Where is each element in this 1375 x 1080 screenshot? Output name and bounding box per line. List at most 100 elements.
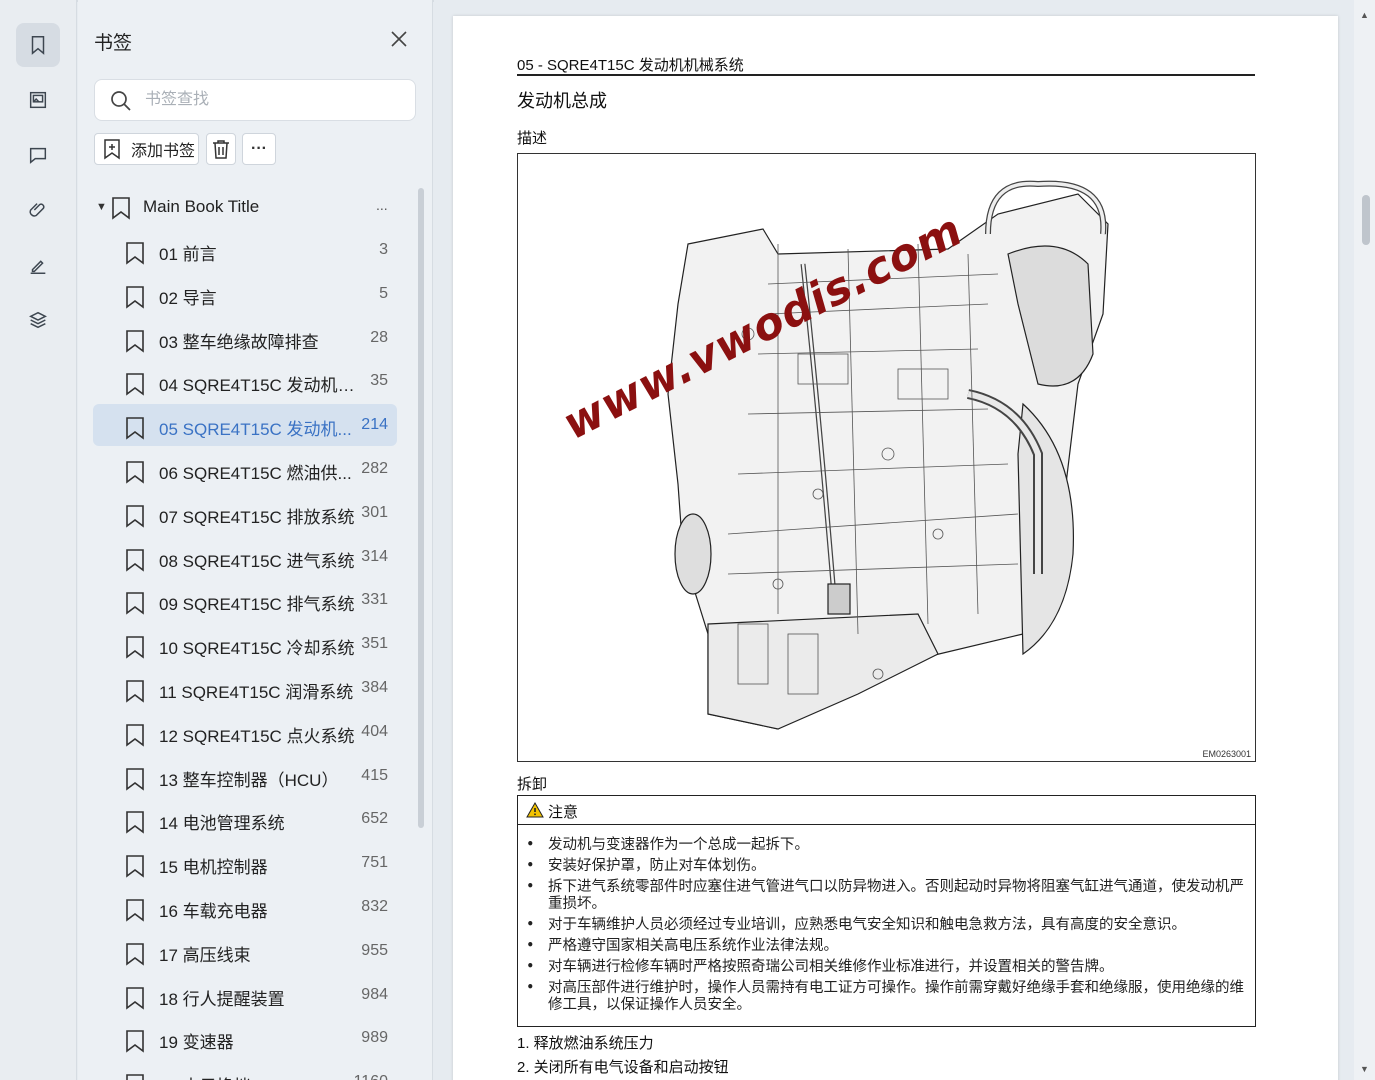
search-icon	[109, 89, 133, 113]
bookmark-label: 11 SQRE4T15C 润滑系统	[159, 683, 354, 702]
bookmark-item[interactable]: 06 SQRE4T15C 燃油供... 282	[93, 448, 397, 490]
left-tool-rail	[0, 0, 77, 1080]
close-icon	[391, 31, 407, 47]
bookmark-icon	[125, 854, 145, 883]
bookmark-label: 06 SQRE4T15C 燃油供...	[159, 464, 352, 483]
bookmark-item[interactable]: 15 电机控制器 751	[93, 842, 397, 884]
pdf-page: 05 - SQRE4T15C 发动机机械系统 发动机总成 描述 www.vwod…	[453, 16, 1338, 1080]
comments-tab[interactable]	[16, 133, 60, 177]
bookmark-item[interactable]: 17 高压线束 955	[93, 930, 397, 972]
bookmark-page-number: 282	[361, 460, 388, 477]
bookmark-label: 19 变速器	[159, 1033, 234, 1053]
bookmarks-tab[interactable]	[16, 23, 60, 67]
bookmark-root-label: Main Book Title	[143, 197, 260, 216]
bookmark-icon	[125, 723, 145, 752]
layers-tab[interactable]	[16, 298, 60, 342]
more-options-button[interactable]: ···	[242, 133, 276, 165]
bookmark-icon	[111, 196, 131, 225]
signature-tab[interactable]	[16, 243, 60, 287]
attachment-icon	[29, 203, 45, 217]
bookmark-item[interactable]: 13 整车控制器（HCU） 415	[93, 755, 397, 797]
bookmark-label: 13 整车控制器（HCU）	[159, 770, 339, 790]
bookmark-page-number: 214	[361, 416, 388, 434]
bookmark-item[interactable]: 18 行人提醒装置 984	[93, 974, 397, 1016]
bookmark-item[interactable]: 20 电子换挡1160	[93, 1061, 397, 1080]
bookmark-icon	[125, 416, 145, 445]
bookmarks-panel: 书签 添加书签 ··· ▼ Main Book Title	[78, 0, 433, 1080]
bookmark-label: 05 SQRE4T15C 发动机...	[159, 420, 352, 440]
scroll-up-icon[interactable]: ▲	[1360, 10, 1369, 20]
add-bookmark-button[interactable]: 添加书签	[94, 133, 199, 165]
document-scrollbar[interactable]: ▲ ▼	[1354, 0, 1375, 1080]
trash-icon	[213, 140, 229, 159]
attachments-tab[interactable]	[16, 188, 60, 232]
bookmark-icon	[125, 504, 145, 533]
bookmark-page-number: 351	[361, 635, 388, 653]
bookmark-label: 02 导言	[159, 288, 217, 308]
bookmark-label: 20 电子换挡	[159, 1072, 355, 1080]
bookmark-page-number: 301	[361, 503, 388, 521]
caution-list: 发动机与变速器作为一个总成一起拆下。安装好保护罩，防止对车体划伤。拆下进气系统零…	[526, 837, 1251, 1018]
bookmark-root[interactable]: ▼ Main Book Title ...	[78, 185, 418, 229]
bookmark-icon	[125, 679, 145, 708]
bookmark-item[interactable]: 10 SQRE4T15C 冷却系统 351	[93, 623, 397, 665]
scrollbar-thumb[interactable]	[1362, 195, 1370, 245]
scroll-down-icon[interactable]: ▼	[1360, 1064, 1369, 1074]
bookmark-search	[94, 79, 416, 121]
bookmark-icon	[125, 591, 145, 620]
page-heading: 发动机总成	[517, 91, 607, 111]
signature-icon	[30, 260, 46, 274]
bookmark-icon	[125, 1073, 145, 1080]
bookmark-label: 15 电机控制器	[159, 858, 268, 878]
warning-icon	[526, 801, 544, 823]
bookmark-item[interactable]: 11 SQRE4T15C 润滑系统 384	[93, 667, 397, 709]
delete-bookmark-button[interactable]	[206, 133, 236, 165]
bookmark-icon	[125, 1029, 145, 1058]
bookmark-icon	[125, 942, 145, 971]
bookmark-icon	[125, 329, 145, 358]
bookmark-label: 10 SQRE4T15C 冷却系统	[159, 639, 355, 659]
bookmark-page-number: 3	[379, 241, 388, 258]
caution-item: 严格遵守国家相关高电压系统作业法律法规。	[526, 938, 1251, 955]
bookmark-item[interactable]: 12 SQRE4T15C 点火系统 404	[93, 711, 397, 753]
bookmark-item[interactable]: 19 变速器 989	[93, 1017, 397, 1059]
bookmark-item[interactable]: 01 前言 3	[93, 229, 397, 271]
bookmark-icon	[125, 767, 145, 796]
bookmark-label: 04 SQRE4T15C 发动机管...	[159, 376, 355, 396]
bookmark-icon	[125, 241, 145, 270]
bookmark-label: 17 高压线束	[159, 945, 251, 965]
bookmark-label: 18 行人提醒装置	[159, 989, 285, 1009]
page-header: 05 - SQRE4T15C 发动机机械系统	[517, 54, 1255, 76]
bookmark-item[interactable]: 16 车载充电器 832	[93, 886, 397, 928]
layers-icon	[29, 311, 47, 329]
caution-item: 对车辆进行检修车辆时严格按照奇瑞公司相关维修作业标准进行，并设置相关的警告牌。	[526, 959, 1251, 976]
caution-box: 注意 发动机与变速器作为一个总成一起拆下。安装好保护罩，防止对车体划伤。拆下进气…	[517, 795, 1256, 1027]
bookmark-page-number: 751	[361, 854, 388, 872]
bookmark-root-more[interactable]: ...	[376, 197, 388, 213]
bookmark-item[interactable]: 02 导言 5	[93, 273, 397, 315]
expand-caret-icon[interactable]: ▼	[96, 201, 107, 213]
bookmark-page-number: 989	[361, 1029, 388, 1047]
bookmark-item[interactable]: 05 SQRE4T15C 发动机... 214	[93, 404, 397, 447]
close-panel-button[interactable]	[388, 28, 410, 50]
bookmark-page-number: 28	[370, 328, 388, 346]
bookmark-search-input[interactable]	[145, 88, 395, 112]
bookmark-item[interactable]: 08 SQRE4T15C 进气系统 314	[93, 536, 397, 578]
bookmark-item[interactable]: 09 SQRE4T15C 排气系统 331	[93, 579, 397, 621]
bookmark-label: 09 SQRE4T15C 排气系统	[159, 595, 355, 615]
bookmark-icon	[125, 986, 145, 1015]
thumbnails-tab[interactable]	[16, 78, 60, 122]
bookmark-item[interactable]: 14 电池管理系统 652	[93, 798, 397, 840]
bookmark-item[interactable]: 04 SQRE4T15C 发动机管... 35	[93, 360, 397, 402]
panel-scrollbar[interactable]	[418, 188, 424, 828]
more-icon: ···	[251, 140, 267, 157]
caution-header: 注意	[518, 796, 1255, 825]
bookmark-label: 16 车载充电器	[159, 902, 268, 921]
caution-item: 拆下进气系统零部件时应塞住进气管进气口以防异物进入。否则起动时异物将阻塞气缸进气…	[526, 879, 1251, 913]
bookmark-item[interactable]: 07 SQRE4T15C 排放系统 301	[93, 492, 397, 534]
bookmark-item[interactable]: 03 整车绝缘故障排查 28	[93, 317, 397, 359]
bookmark-icon	[125, 635, 145, 664]
procedure-step: 1. 释放燃油系统压力	[517, 1035, 654, 1052]
bookmark-page-number: 384	[361, 679, 388, 696]
bookmark-label: 12 SQRE4T15C 点火系统	[159, 726, 355, 746]
